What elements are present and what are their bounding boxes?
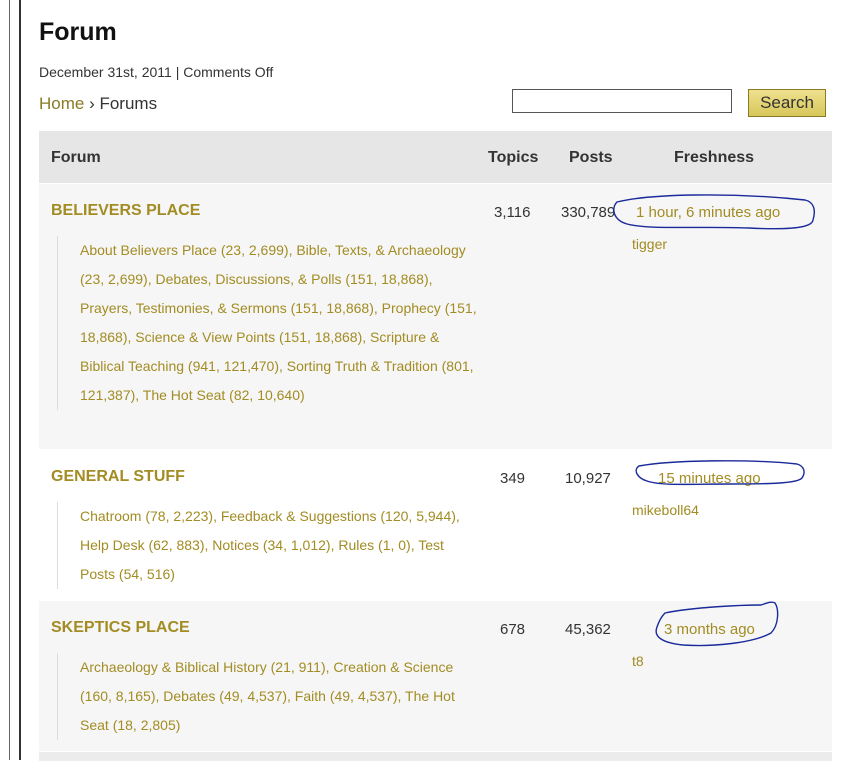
post-count: 330,789 <box>561 204 616 221</box>
breadcrumb: Home › Forums <box>39 94 157 114</box>
breadcrumb-home-link[interactable]: Home <box>39 94 84 113</box>
topic-count: 678 <box>500 621 526 638</box>
last-poster-link[interactable]: t8 <box>632 653 644 669</box>
forum-table: Forum Topics Posts Freshness BELIEVERS P… <box>39 131 832 761</box>
table-row: GENERAL STUFF Chatroom (78, 2,223), Feed… <box>39 449 832 600</box>
topic-count: 349 <box>500 470 526 487</box>
forum-link-skeptics-place[interactable]: SKEPTICS PLACE <box>51 619 190 637</box>
freshness-link[interactable]: 1 hour, 6 minutes ago <box>636 204 780 221</box>
header-topics: Topics <box>488 149 539 166</box>
breadcrumb-separator: › <box>84 94 100 113</box>
forum-link-general-stuff[interactable]: GENERAL STUFF <box>51 468 185 486</box>
table-header: Forum Topics Posts Freshness <box>39 131 832 183</box>
post-count: 10,927 <box>565 470 611 487</box>
freshness-link[interactable]: 15 minutes ago <box>658 470 761 487</box>
breadcrumb-current: Forums <box>99 94 158 113</box>
table-row: BELIEVERS PLACE About Believers Place (2… <box>39 183 832 449</box>
subforum-list[interactable]: Chatroom (78, 2,223), Feedback & Suggest… <box>57 502 480 589</box>
page-title: Forum <box>39 18 117 46</box>
table-row: SKEPTICS PLACE Archaeology & Biblical Hi… <box>39 600 832 751</box>
post-meta: December 31st, 2011 | Comments Off <box>39 64 274 80</box>
header-forum: Forum <box>51 149 101 166</box>
frame-line-outer <box>9 0 10 760</box>
subforum-list[interactable]: About Believers Place (23, 2,699), Bible… <box>57 236 480 410</box>
topic-count: 3,116 <box>494 204 531 221</box>
header-posts: Posts <box>569 149 613 166</box>
last-poster-link[interactable]: mikeboll64 <box>632 502 699 518</box>
post-count: 45,362 <box>565 621 611 638</box>
forum-link-believers-place[interactable]: BELIEVERS PLACE <box>51 202 200 220</box>
header-freshness: Freshness <box>674 149 755 166</box>
subforum-list[interactable]: Archaeology & Biblical History (21, 911)… <box>57 653 480 740</box>
search-button[interactable]: Search <box>748 89 826 117</box>
last-poster-link[interactable]: tigger <box>632 236 667 252</box>
search-input[interactable] <box>512 89 732 113</box>
freshness-link[interactable]: 3 months ago <box>664 621 755 638</box>
frame-line-inner <box>19 0 21 760</box>
